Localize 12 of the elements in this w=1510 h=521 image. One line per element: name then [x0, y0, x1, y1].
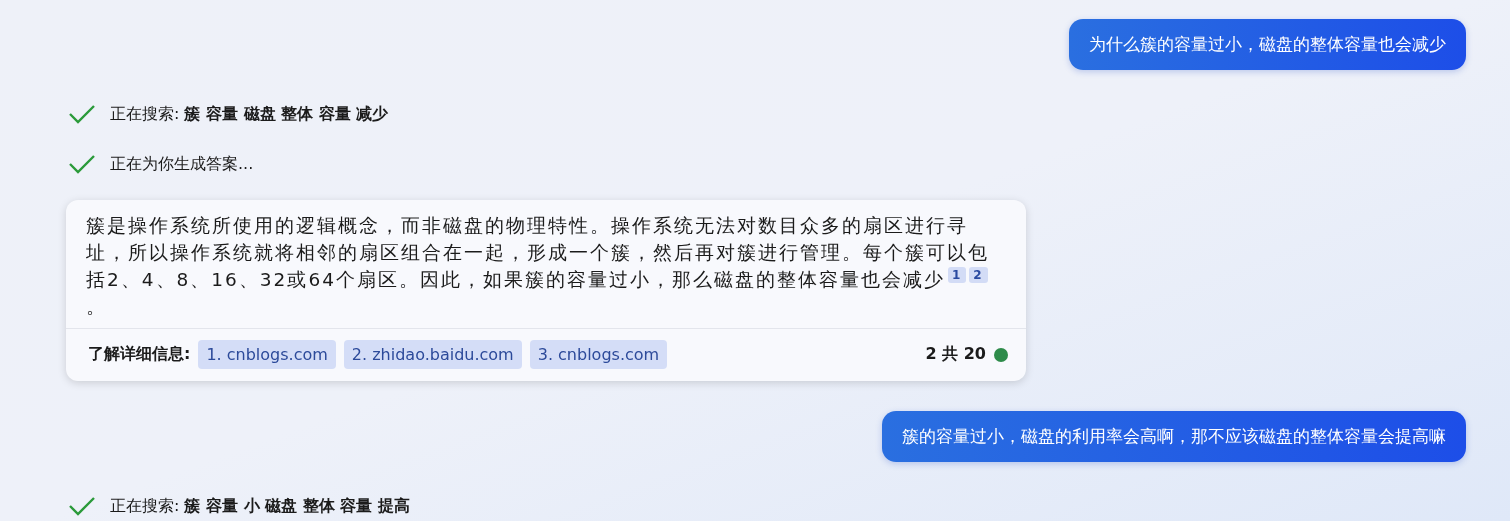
citation-link[interactable]: 2 [969, 266, 988, 283]
status-text: 正在为你生成答案... [110, 153, 254, 175]
source-link[interactable]: 3. cnblogs.com [529, 340, 668, 369]
learn-more-label: 了解详细信息: [88, 344, 191, 365]
source-link[interactable]: 2. zhidao.baidu.com [343, 340, 522, 369]
status-text: 正在搜索: 簇 容量 磁盘 整体 容量 减少 [110, 103, 389, 125]
status-text: 正在搜索: 簇 容量 小 磁盘 整体 容量 提高 [110, 495, 410, 517]
source-link[interactable]: 1. cnblogs.com [198, 340, 336, 369]
response-counter: 2 共 20 [925, 344, 986, 365]
citation-link[interactable]: 1 [947, 266, 967, 283]
user-message: 为什么簇的容量过小，磁盘的整体容量也会减少 [1069, 19, 1466, 70]
user-message: 簇的容量过小，磁盘的利用率会高啊，那不应该磁盘的整体容量会提高嘛 [882, 411, 1466, 462]
